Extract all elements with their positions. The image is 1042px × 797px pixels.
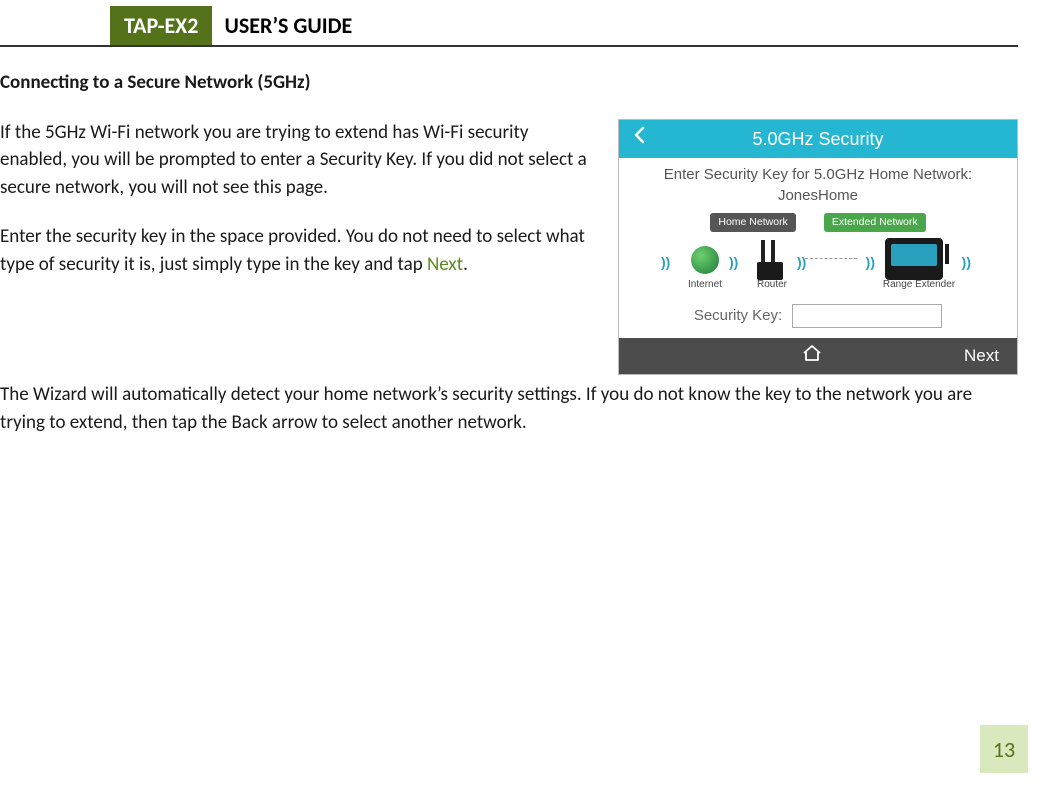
next-word: Next <box>427 253 463 276</box>
paragraph-3: The Wizard will automatically detect you… <box>0 381 1018 436</box>
signal-icon: )) <box>797 252 806 272</box>
signal-icon: )) <box>729 252 738 272</box>
connection-line <box>805 258 857 259</box>
label-internet: Internet <box>679 278 731 293</box>
doc-title: USER’S GUIDE <box>212 6 352 45</box>
tag-extended-network: Extended Network <box>824 213 926 232</box>
security-key-label: Security Key: <box>694 305 782 327</box>
paragraph-2b: . <box>463 253 468 276</box>
internet-icon <box>691 246 719 274</box>
paragraph-2: Enter the security key in the space prov… <box>0 223 598 278</box>
page-header: TAP-EX2 USER’S GUIDE <box>0 6 1018 47</box>
page-number: 13 <box>980 725 1028 773</box>
device-screenshot: 5.0GHz Security Enter Security Key for 5… <box>618 119 1018 376</box>
product-tag: TAP-EX2 <box>110 6 212 45</box>
router-icon <box>759 240 789 280</box>
signal-icon: )) <box>962 252 971 272</box>
security-key-row: Security Key: <box>619 298 1017 338</box>
page-content: Connecting to a Secure Network (5GHz) If… <box>0 47 1042 436</box>
paragraph-1: If the 5GHz Wi-Fi network you are trying… <box>0 119 598 202</box>
paragraph-2a: Enter the security key in the space prov… <box>0 225 585 276</box>
prompt-network-name: JonesHome <box>629 185 1007 207</box>
label-range-extender: Range Extender <box>869 278 969 293</box>
screenshot-footer: Next <box>619 338 1017 374</box>
screenshot-prompt: Enter Security Key for 5.0GHz Home Netwo… <box>619 158 1017 210</box>
signal-icon: )) <box>866 252 875 272</box>
security-key-input[interactable] <box>792 304 942 328</box>
next-button[interactable]: Next <box>964 344 999 369</box>
section-title: Connecting to a Secure Network (5GHz) <box>0 69 1018 97</box>
label-router: Router <box>747 278 797 293</box>
screenshot-title: 5.0GHz Security <box>619 126 1017 152</box>
extender-icon <box>885 238 943 280</box>
prompt-line-1: Enter Security Key for 5.0GHz Home Netwo… <box>664 166 972 183</box>
screenshot-header: 5.0GHz Security <box>619 120 1017 158</box>
network-diagram: )) )) )) )) )) Internet Router Range Ext… <box>629 234 1007 298</box>
home-icon[interactable] <box>659 343 964 369</box>
signal-icon: )) <box>661 252 670 272</box>
back-icon[interactable] <box>619 124 659 153</box>
network-tags: Home Network Extended Network <box>619 213 1017 232</box>
tag-home-network: Home Network <box>710 213 795 232</box>
